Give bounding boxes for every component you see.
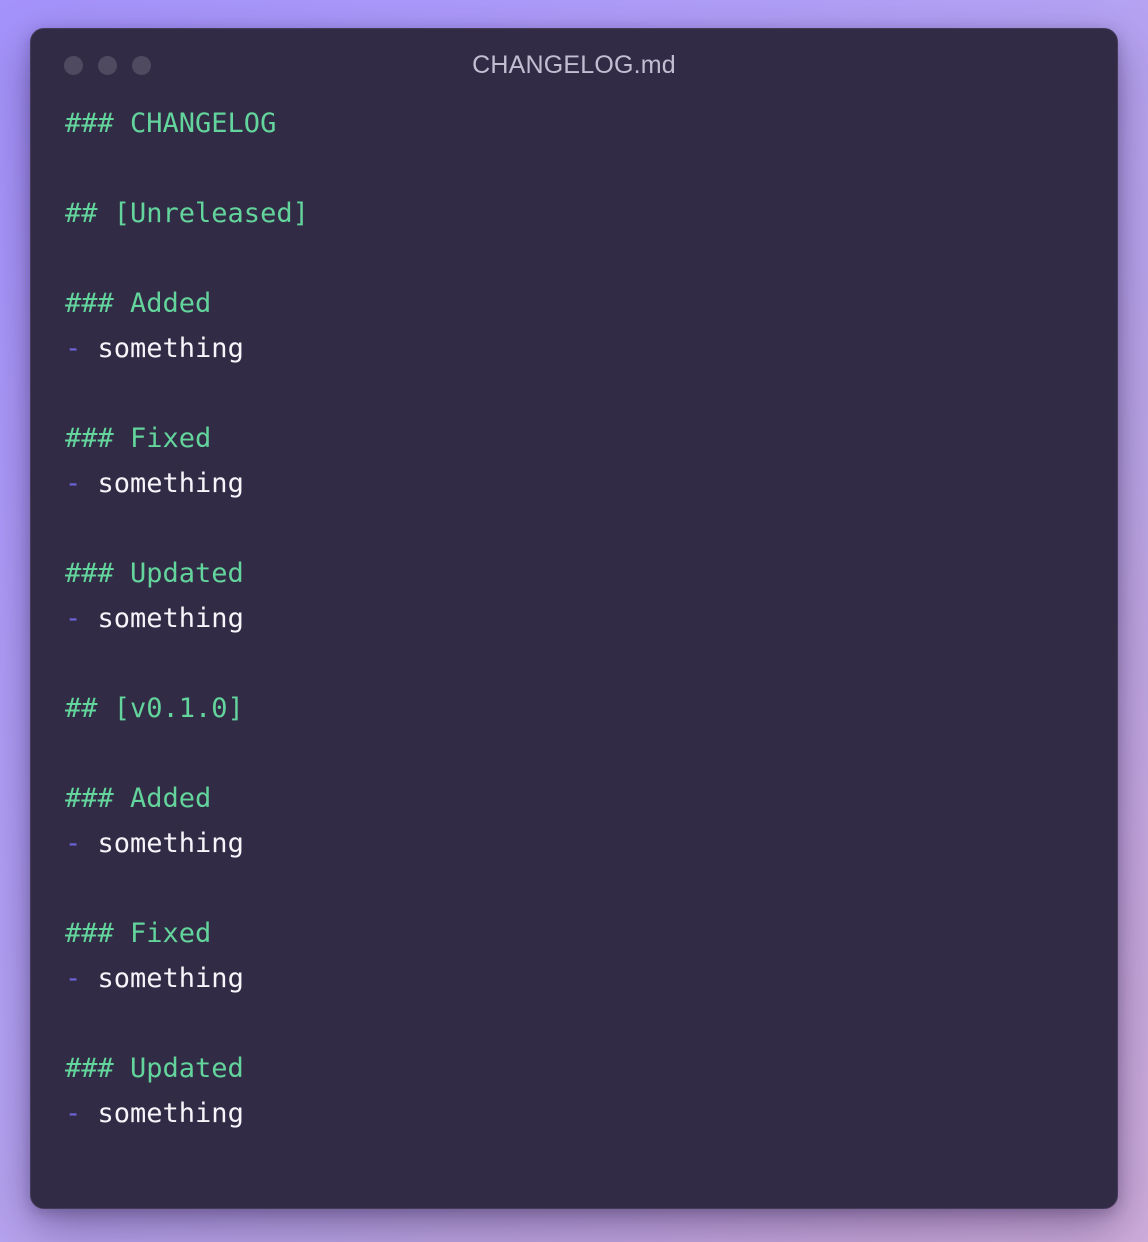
editor-window: CHANGELOG.md ### CHANGELOG ## [Unrelease… — [30, 28, 1118, 1209]
list-item-text: something — [81, 603, 244, 634]
document-content[interactable]: ### CHANGELOG ## [Unreleased] ### Added -… — [31, 101, 1117, 1136]
code-line: - something — [65, 461, 1117, 506]
code-line: - something — [65, 821, 1117, 866]
code-line: ### Added — [65, 281, 1117, 326]
markdown-heading: ### Updated — [65, 558, 244, 589]
code-line: ## [v0.1.0] — [65, 686, 1117, 731]
code-line: ### Fixed — [65, 911, 1117, 956]
list-bullet-dash: - — [65, 603, 82, 634]
list-bullet-dash: - — [65, 963, 82, 994]
markdown-heading: ### CHANGELOG — [65, 108, 277, 139]
list-item-text: something — [81, 333, 244, 364]
markdown-heading: ## [v0.1.0] — [65, 693, 244, 724]
code-line: ### Updated — [65, 551, 1117, 596]
list-bullet-dash: - — [65, 1098, 82, 1129]
list-item-text: something — [81, 1098, 244, 1129]
list-item-text: something — [81, 468, 244, 499]
code-line: - something — [65, 1091, 1117, 1136]
code-line: ## [Unreleased] — [65, 191, 1117, 236]
markdown-heading: ### Added — [65, 288, 212, 319]
window-titlebar: CHANGELOG.md — [31, 29, 1117, 101]
code-line: ### CHANGELOG — [65, 101, 1117, 146]
markdown-heading: ## [Unreleased] — [65, 198, 309, 229]
list-bullet-dash: - — [65, 828, 82, 859]
list-item-text: something — [81, 963, 244, 994]
code-line: ### Fixed — [65, 416, 1117, 461]
code-line: ### Added — [65, 776, 1117, 821]
code-line: - something — [65, 596, 1117, 641]
window-title: CHANGELOG.md — [472, 51, 676, 79]
code-line: ### Updated — [65, 1046, 1117, 1091]
markdown-heading: ### Fixed — [65, 423, 212, 454]
list-item-text: something — [81, 828, 244, 859]
markdown-heading: ### Updated — [65, 1053, 244, 1084]
code-line: - something — [65, 956, 1117, 1001]
list-bullet-dash: - — [65, 333, 82, 364]
list-bullet-dash: - — [65, 468, 82, 499]
markdown-heading: ### Fixed — [65, 918, 212, 949]
code-line: - something — [65, 326, 1117, 371]
markdown-heading: ### Added — [65, 783, 212, 814]
